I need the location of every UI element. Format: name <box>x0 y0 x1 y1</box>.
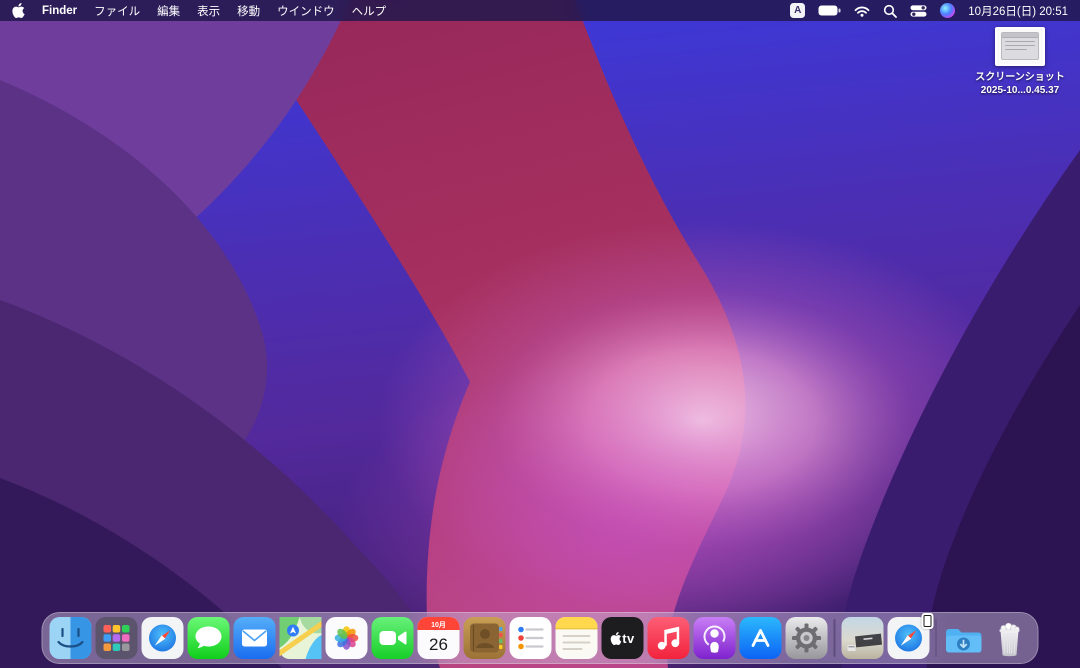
menu-help[interactable]: ヘルプ <box>352 3 387 19</box>
calendar-day: 26 <box>429 635 448 654</box>
file-label: スクリーンショット 2025-10...0.45.37 <box>975 71 1065 97</box>
music-icon <box>648 617 690 659</box>
dock-separator <box>935 619 937 657</box>
spotlight-icon[interactable] <box>883 4 897 18</box>
desktop-file-screenshot[interactable]: スクリーンショット 2025-10...0.45.37 <box>964 27 1076 97</box>
facetime-icon <box>372 617 414 659</box>
apple-menu[interactable] <box>12 3 25 18</box>
downloads-folder-icon <box>943 617 985 659</box>
menu-file[interactable]: ファイル <box>94 3 140 19</box>
apple-logo-small-icon <box>610 632 621 645</box>
dock-item-finder[interactable] <box>50 617 92 659</box>
dock-item-downloads[interactable] <box>943 617 985 659</box>
menu-edit[interactable]: 編集 <box>157 3 180 19</box>
dock-item-contacts[interactable] <box>464 617 506 659</box>
system-preferences-icon <box>786 617 828 659</box>
monterey-wallpaper <box>0 0 1080 668</box>
dock-item-photos[interactable] <box>326 617 368 659</box>
maps-icon <box>280 617 322 659</box>
dock-item-app-store[interactable] <box>740 617 782 659</box>
dock-item-facetime[interactable] <box>372 617 414 659</box>
menu-view[interactable]: 表示 <box>197 3 220 19</box>
dock-item-apple-tv[interactable]: tv <box>602 617 644 659</box>
contacts-icon <box>464 617 506 659</box>
dock-item-music[interactable] <box>648 617 690 659</box>
trash-full-icon <box>989 617 1031 659</box>
screenshot-thumbnail <box>995 27 1045 66</box>
control-center-icon[interactable] <box>910 5 927 17</box>
dock-item-messages[interactable] <box>188 617 230 659</box>
reminders-icon <box>510 617 552 659</box>
minimized-window-icon <box>841 617 883 659</box>
photos-icon <box>326 617 368 659</box>
input-source-icon[interactable]: A <box>790 3 805 18</box>
macos-desktop: Finder ファイル 編集 表示 移動 ウインドウ ヘルプ A <box>0 0 1080 668</box>
safari-icon <box>142 617 184 659</box>
calendar-month: 10月 <box>431 621 446 629</box>
dock-item-safari[interactable] <box>142 617 184 659</box>
menu-app-name[interactable]: Finder <box>42 5 77 17</box>
menu-clock[interactable]: 10月26日(日) 20:51 <box>968 3 1068 19</box>
menu-go[interactable]: 移動 <box>237 3 260 19</box>
dock: 10月 26 <box>42 612 1039 664</box>
finder-icon <box>50 617 92 659</box>
launchpad-icon <box>96 617 138 659</box>
calendar-icon: 10月 26 <box>418 617 460 659</box>
dock-item-system-preferences[interactable] <box>786 617 828 659</box>
dock-item-launchpad[interactable] <box>96 617 138 659</box>
notes-icon <box>556 617 598 659</box>
battery-icon[interactable] <box>818 4 841 17</box>
dock-item-minimized-window[interactable] <box>841 617 883 659</box>
messages-icon <box>188 617 230 659</box>
dock-item-reminders[interactable] <box>510 617 552 659</box>
wifi-icon[interactable] <box>854 5 870 17</box>
iphone-badge-icon <box>921 613 933 629</box>
dock-item-calendar[interactable]: 10月 26 <box>418 617 460 659</box>
menu-bar: Finder ファイル 編集 表示 移動 ウインドウ ヘルプ A <box>0 0 1080 21</box>
dock-item-podcasts[interactable] <box>694 617 736 659</box>
dock-item-trash[interactable] <box>989 617 1031 659</box>
dock-item-maps[interactable] <box>280 617 322 659</box>
podcasts-icon <box>694 617 736 659</box>
dock-item-mail[interactable] <box>234 617 276 659</box>
apple-logo-icon <box>12 3 25 18</box>
dock-separator <box>834 619 836 657</box>
dock-item-safari-iphone-handoff[interactable] <box>887 617 929 659</box>
app-store-icon <box>740 617 782 659</box>
menu-window[interactable]: ウインドウ <box>277 3 335 19</box>
apple-tv-label: tv <box>622 631 635 646</box>
mail-icon <box>234 617 276 659</box>
dock-item-notes[interactable] <box>556 617 598 659</box>
apple-tv-icon: tv <box>602 617 644 659</box>
siri-icon[interactable] <box>940 3 955 18</box>
